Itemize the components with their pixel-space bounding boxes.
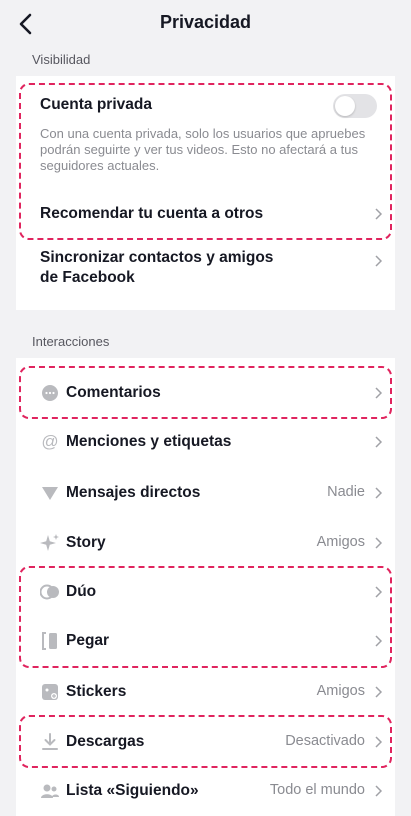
header-bar: Privacidad xyxy=(0,0,411,48)
downloads-row[interactable]: Descargas Desactivado xyxy=(16,722,395,762)
direct-messages-value: Nadie xyxy=(327,484,365,500)
sparkle-icon xyxy=(40,534,59,551)
duet-label: Dúo xyxy=(66,583,97,600)
direct-messages-label: Mensajes directos xyxy=(66,484,201,501)
stickers-value: Amigos xyxy=(316,683,365,699)
toggle-knob xyxy=(335,96,355,116)
downloads-label: Descargas xyxy=(66,733,145,750)
duet-row[interactable]: Dúo xyxy=(16,572,395,612)
recommend-account-label: Recomendar tu cuenta a otros xyxy=(40,205,264,222)
at-sign-icon: @ xyxy=(41,432,58,451)
comment-icon xyxy=(42,385,58,401)
visibility-card: Cuenta privada Con una cuenta privada, s… xyxy=(16,76,395,310)
svg-text:@: @ xyxy=(41,432,58,451)
chevron-right-icon xyxy=(375,208,383,220)
chevron-right-icon xyxy=(375,255,383,267)
private-account-title: Cuenta privada xyxy=(40,96,152,113)
page-title: Privacidad xyxy=(159,12,252,32)
message-icon xyxy=(42,487,58,500)
stitch-icon xyxy=(42,632,57,650)
interactions-card: Comentarios @ Menciones y etiquetas Mens… xyxy=(16,358,395,816)
chevron-right-icon xyxy=(375,785,383,797)
chevron-right-icon xyxy=(375,436,383,448)
following-list-icon xyxy=(41,784,59,798)
chevron-right-icon xyxy=(375,686,383,698)
story-value: Amigos xyxy=(316,534,365,550)
chevron-right-icon xyxy=(375,586,383,598)
story-row[interactable]: Story Amigos xyxy=(16,523,395,563)
sync-contacts-line1: Sincronizar contactos y amigos xyxy=(40,249,274,266)
comments-row[interactable]: Comentarios xyxy=(16,373,395,413)
chevron-right-icon xyxy=(375,736,383,748)
stickers-row[interactable]: Stickers Amigos xyxy=(16,672,395,712)
following-list-label: Lista «Siguiendo» xyxy=(66,782,199,799)
direct-messages-row[interactable]: Mensajes directos Nadie xyxy=(16,473,395,513)
following-list-value: Todo el mundo xyxy=(269,782,365,798)
downloads-value: Desactivado xyxy=(285,733,365,749)
private-account-toggle[interactable] xyxy=(333,94,377,118)
sync-contacts-row[interactable]: Sincronizar contactos y amigos de Facebo… xyxy=(16,246,395,294)
story-label: Story xyxy=(66,534,106,551)
chevron-right-icon xyxy=(375,537,383,549)
private-account-description: Con una cuenta privada, solo los usuario… xyxy=(40,126,366,173)
section-label-interactions: Interacciones xyxy=(32,334,110,349)
sync-contacts-label: Sincronizar contactos y amigos de Facebo… xyxy=(40,248,273,288)
duet-icon xyxy=(40,584,59,600)
stickers-label: Stickers xyxy=(66,683,127,700)
download-icon xyxy=(42,733,58,750)
comments-label: Comentarios xyxy=(66,384,161,401)
stitch-row[interactable]: Pegar xyxy=(16,621,395,661)
section-label-visibility: Visibilidad xyxy=(32,52,91,67)
chevron-right-icon xyxy=(375,487,383,499)
stitch-label: Pegar xyxy=(66,632,110,649)
chevron-right-icon xyxy=(375,387,383,399)
recommend-account-row[interactable]: Recomendar tu cuenta a otros xyxy=(16,194,395,234)
mentions-label: Menciones y etiquetas xyxy=(66,433,232,450)
mentions-row[interactable]: @ Menciones y etiquetas xyxy=(16,422,395,462)
sticker-icon xyxy=(42,684,58,700)
sync-contacts-line2: de Facebook xyxy=(40,269,135,286)
chevron-right-icon xyxy=(375,635,383,647)
following-list-row[interactable]: Lista «Siguiendo» Todo el mundo xyxy=(16,771,395,811)
